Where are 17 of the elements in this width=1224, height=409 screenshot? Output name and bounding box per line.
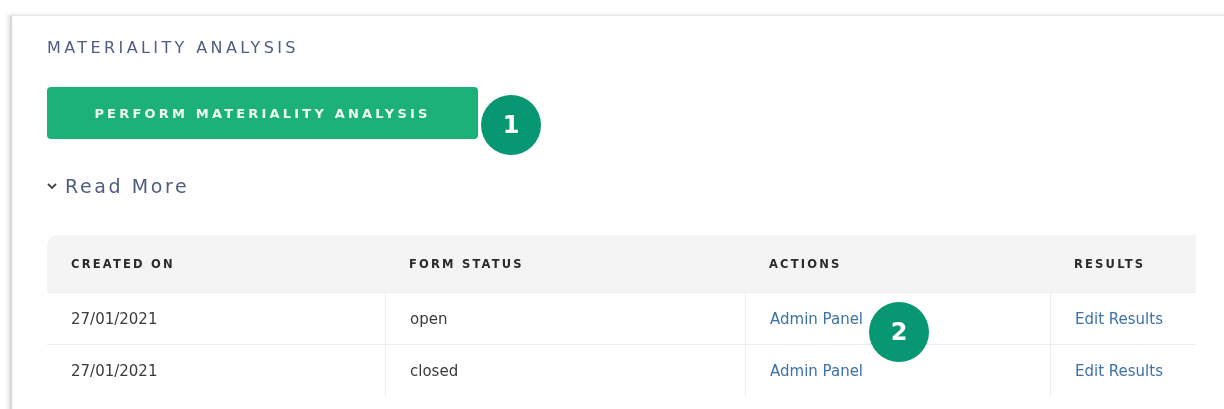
table-cell: 27/01/2021	[71, 309, 158, 328]
column-header: FORM STATUS	[408, 256, 525, 271]
edit-results-link[interactable]: Edit Results	[1075, 361, 1163, 380]
step-badge: 2	[869, 302, 929, 362]
read-more-toggle[interactable]: Read More	[47, 175, 190, 197]
column-header: ACTIONS	[768, 256, 843, 271]
edit-results-link[interactable]: Edit Results	[1075, 309, 1163, 328]
table-cell: open	[410, 309, 448, 328]
admin-panel-link[interactable]: Admin Panel	[770, 361, 864, 380]
table-cell: closed	[410, 361, 459, 380]
column-header: RESULTS	[1073, 256, 1147, 271]
section-title: MATERIALITY ANALYSIS	[47, 38, 300, 57]
chevron-down-icon	[47, 182, 57, 190]
step-badge: 1	[481, 95, 541, 155]
admin-panel-link[interactable]: Admin Panel	[770, 309, 864, 328]
column-header: CREATED ON	[70, 256, 176, 271]
table-cell: 27/01/2021	[71, 361, 158, 380]
